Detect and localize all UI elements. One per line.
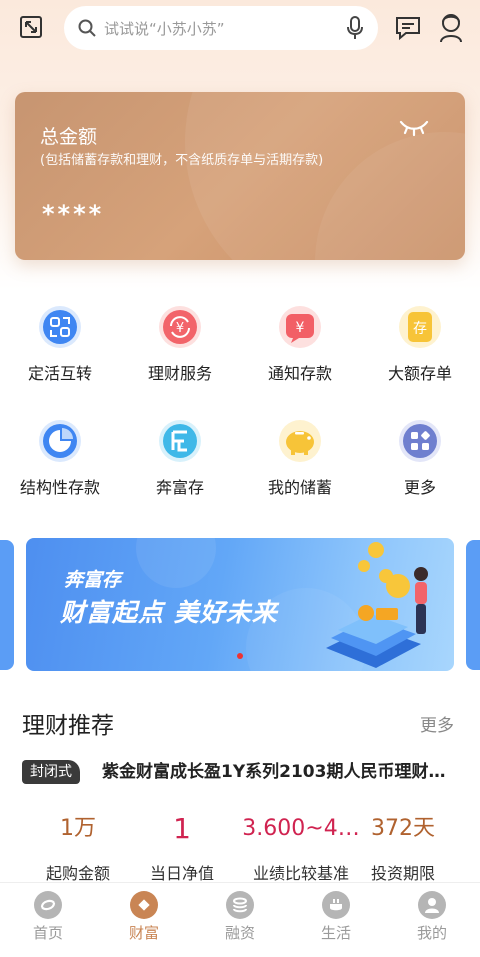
stat-label: 当日净值 — [149, 864, 214, 883]
stat-net-value: 1 当日净值 — [122, 812, 242, 884]
service-my-savings[interactable]: 我的储蓄 — [240, 412, 360, 512]
nav-profile[interactable]: 我的 — [384, 891, 480, 943]
product-name[interactable]: 紫金财富成长盈1Y系列2103期人民币理财… — [102, 760, 474, 784]
banner-small-text: 奔富存 — [64, 569, 122, 591]
more-grid-icon — [399, 420, 441, 462]
service-label: 更多 — [403, 478, 436, 497]
svg-text:¥: ¥ — [296, 320, 305, 336]
service-notice-deposit[interactable]: ¥ 通知存款 — [240, 298, 360, 398]
stat-value: 372天 — [371, 816, 435, 841]
nav-home[interactable]: 首页 — [0, 891, 96, 943]
svg-text:¥: ¥ — [176, 321, 184, 336]
benfu-icon — [159, 420, 201, 462]
notice-deposit-icon: ¥ — [279, 306, 321, 348]
service-label: 大额存单 — [387, 364, 452, 383]
large-deposit-icon: 存 — [399, 306, 441, 348]
svg-text:存: 存 — [413, 321, 427, 337]
financing-icon — [226, 891, 254, 919]
banner-peek-left[interactable] — [0, 540, 14, 670]
stat-label: 投资期限 — [370, 864, 435, 883]
service-label: 通知存款 — [267, 364, 332, 383]
service-transfer[interactable]: 定活互转 — [0, 298, 120, 398]
total-assets-card[interactable]: 总金额 (包括储蓄存款和理财，不含纸质存单与活期存款) **** — [15, 92, 465, 260]
transfer-icon — [39, 306, 81, 348]
eye-closed-icon[interactable] — [398, 118, 430, 138]
more-link[interactable]: 更多 — [420, 711, 454, 736]
search-bar[interactable]: 试试说“小苏小苏” — [64, 6, 378, 50]
nav-label: 财富 — [128, 924, 159, 942]
nav-life[interactable]: 生活 — [288, 891, 384, 943]
banner-peek-right[interactable] — [466, 540, 480, 670]
nav-label: 我的 — [416, 924, 447, 942]
promo-banner[interactable]: 奔富存 财富起点 美好未来 — [26, 538, 454, 671]
service-label: 理财服务 — [147, 364, 212, 383]
stat-min-purchase: 1万 起购金额 — [18, 812, 138, 884]
customer-service-icon[interactable] — [438, 12, 464, 44]
bottom-nav: 首页 财富 融资 生活 我的 — [0, 882, 480, 957]
nav-financing[interactable]: 融资 — [192, 891, 288, 943]
stat-term: 372天 投资期限 — [343, 812, 463, 884]
total-amount-value: **** — [42, 200, 105, 228]
top-bar: 试试说“小苏小苏” — [0, 0, 480, 56]
nav-label: 融资 — [224, 924, 255, 942]
carousel-indicator — [26, 644, 454, 663]
service-label: 结构性存款 — [19, 478, 100, 497]
service-large-deposit[interactable]: 存 大额存单 — [360, 298, 480, 398]
scan-icon[interactable] — [16, 12, 46, 42]
stat-value: 1 — [173, 812, 191, 845]
home-icon — [34, 891, 62, 919]
total-amount-title: 总金额 — [40, 126, 98, 148]
search-icon — [76, 17, 98, 39]
service-finance[interactable]: ¥ 理财服务 — [120, 298, 240, 398]
wealth-icon — [130, 891, 158, 919]
carousel-dot — [237, 653, 243, 659]
product-type-badge: 封闭式 — [22, 760, 80, 784]
total-amount-subtitle: (包括储蓄存款和理财，不含纸质存单与活期存款) — [40, 153, 324, 168]
structured-deposit-icon — [39, 420, 81, 462]
service-structured-deposit[interactable]: 结构性存款 — [0, 412, 120, 512]
nav-label: 生活 — [320, 924, 351, 942]
life-icon — [322, 891, 350, 919]
section-title: 理财推荐 — [22, 713, 114, 739]
service-label: 定活互转 — [27, 364, 92, 383]
stat-value: 1万 — [60, 816, 96, 841]
service-label: 我的储蓄 — [267, 478, 332, 497]
service-label: 奔富存 — [155, 478, 204, 497]
nav-wealth[interactable]: 财富 — [96, 891, 192, 943]
piggy-bank-icon — [279, 420, 321, 462]
microphone-icon[interactable] — [344, 15, 366, 41]
nav-label: 首页 — [32, 924, 63, 942]
search-placeholder: 试试说“小苏小苏” — [104, 19, 225, 38]
message-icon[interactable] — [394, 14, 422, 42]
service-more[interactable]: 更多 — [360, 412, 480, 512]
service-benfu[interactable]: 奔富存 — [120, 412, 240, 512]
banner-big-text: 财富起点 美好未来 — [60, 598, 278, 627]
stat-label: 起购金额 — [45, 864, 110, 883]
profile-icon — [418, 891, 446, 919]
finance-service-icon: ¥ — [159, 306, 201, 348]
